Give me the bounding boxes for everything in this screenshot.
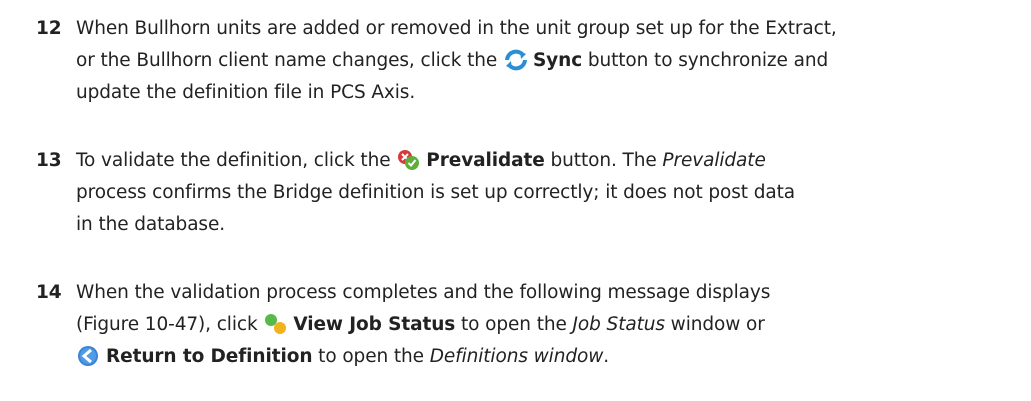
step-14-text: to open the: [312, 346, 430, 367]
return-to-definition-label: Return to Definition: [106, 346, 313, 367]
step-13-text: button. The: [544, 150, 663, 171]
step-14-text: to open the: [455, 314, 573, 335]
step-number: 13: [36, 150, 62, 171]
step-13-line-3: in the database.: [76, 214, 226, 235]
step-13: 13 To validate the definition, click the…: [36, 145, 1026, 241]
step-12: 12 When Bullhorn units are added or remo…: [36, 13, 1026, 109]
sync-icon: [503, 49, 529, 71]
definitions-window-italic: Definitions window: [429, 346, 604, 367]
step-14: 14 When the validation process completes…: [36, 277, 1026, 373]
step-14-line-3: Return to Definition to open the Definit…: [36, 341, 1026, 373]
prevalidate-button-label: Prevalidate: [426, 150, 545, 171]
step-14-text: window or: [664, 314, 765, 335]
step-12-line-2: or the Bullhorn client name changes, cli…: [36, 45, 1026, 77]
return-icon: [76, 345, 102, 367]
prevalidate-italic: Prevalidate: [662, 150, 766, 171]
step-13-line-1: To validate the definition, click the Pr…: [36, 145, 1026, 177]
step-number: 12: [36, 18, 62, 39]
step-12-text: or the Bullhorn client name changes, cli…: [76, 50, 503, 71]
step-14-text: .: [603, 346, 610, 367]
job-status-icon: [263, 313, 289, 335]
step-13-text: To validate the definition, click the: [76, 150, 397, 171]
step-13-line-2: process confirms the Bridge definition i…: [76, 182, 796, 203]
step-14-line-1: When the validation process completes an…: [76, 282, 771, 303]
sync-button-label: Sync: [532, 50, 583, 71]
step-12-text: button to synchronize and: [582, 50, 829, 71]
step-14-text: (Figure 10-47), click: [76, 314, 264, 335]
step-12-line-1: When Bullhorn units are added or removed…: [76, 18, 837, 39]
step-12-line-3: update the definition file in PCS Axis.: [76, 82, 416, 103]
view-job-status-label: View Job Status: [293, 314, 456, 335]
step-14-line-2: (Figure 10-47), click View Job Status to…: [36, 309, 1026, 341]
job-status-italic: Job Status: [572, 314, 665, 335]
step-number: 14: [36, 282, 62, 303]
prevalidate-icon: [396, 149, 422, 171]
